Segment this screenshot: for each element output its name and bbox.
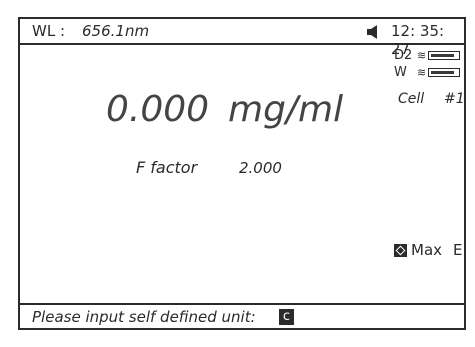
unit-input[interactable] (279, 309, 294, 325)
factor-label: F factor (136, 158, 198, 177)
lamp-level-bar (428, 51, 460, 60)
max-label: Max (411, 241, 443, 259)
lamp-name: W (394, 65, 407, 80)
lamp-ray-icon: ≋ (417, 66, 427, 79)
prompt-text: Please input self defined unit: (32, 308, 256, 326)
factor-value: 2.000 (239, 159, 282, 177)
lamp-level-fill (431, 54, 455, 57)
wavelength-value: 656.1nm (82, 22, 150, 40)
reading-unit: mg/ml (228, 89, 344, 130)
lamp-level-fill (431, 71, 455, 74)
wavelength-label: WL : (32, 22, 66, 40)
status-bar: WL : 656.1nm 12: 35: 27 (20, 19, 464, 58)
lamp-level-bar (428, 68, 460, 77)
diamond-icon[interactable] (394, 244, 407, 257)
lamp-name: D2 (394, 48, 413, 63)
cell-number: #1 (444, 91, 465, 107)
prompt-bar: Please input self defined unit: (20, 303, 464, 328)
lamp-ray-icon: ≋ (417, 49, 427, 62)
cell-label: Cell (398, 91, 425, 107)
instrument-screen: WL : 656.1nm 12: 35: 27 0.000 mg/ml D2 ≋… (18, 17, 466, 330)
max-key: E (453, 241, 463, 259)
reading-value: 0.000 (106, 89, 210, 130)
speaker-icon (367, 25, 377, 39)
